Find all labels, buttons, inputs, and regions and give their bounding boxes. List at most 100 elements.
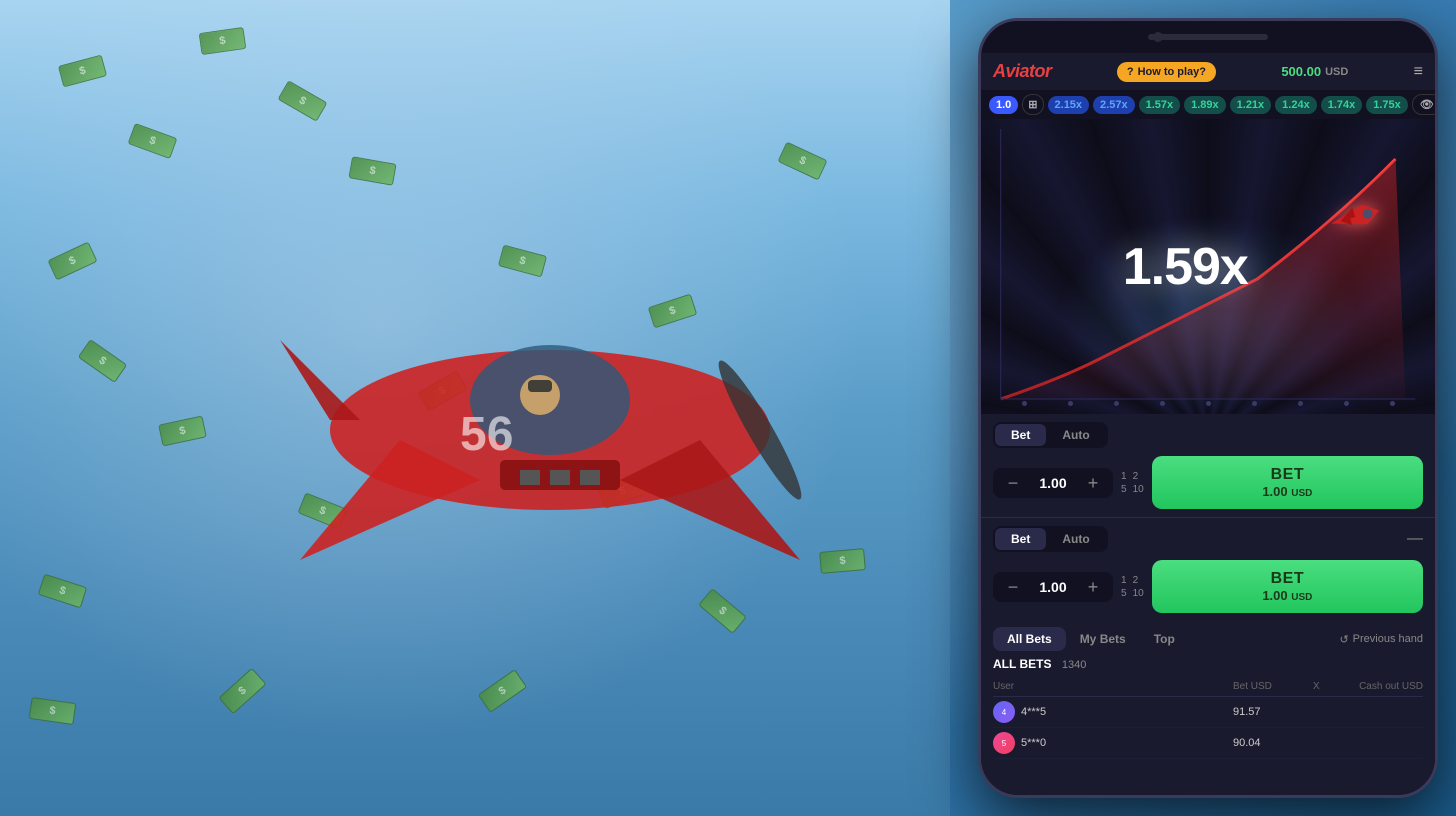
phone-frame: Aviator ? How to play? 500.00 USD ≡ 1.0 … bbox=[978, 18, 1438, 798]
previous-hand-button[interactable]: ↺ Previous hand bbox=[1339, 633, 1423, 646]
bet-amount-2: 1.00 USD bbox=[1262, 588, 1312, 603]
my-bets-tab[interactable]: My Bets bbox=[1066, 627, 1140, 651]
close-panel-2-button[interactable]: — bbox=[1407, 530, 1423, 548]
bet-panel-2: Bet Auto — − 1.00 + 1 2 5 bbox=[981, 517, 1435, 621]
expand-history-button[interactable]: ⊞ bbox=[1022, 94, 1043, 115]
bet-tab-1[interactable]: Bet bbox=[995, 424, 1046, 446]
dot bbox=[1022, 401, 1027, 406]
quick-bet-7[interactable]: 5 bbox=[1121, 588, 1127, 599]
previous-hand-label: Previous hand bbox=[1353, 633, 1423, 645]
multiplier-badge-7: 1.75x bbox=[1366, 96, 1408, 114]
multiplier-badge-5: 1.24x bbox=[1275, 96, 1317, 114]
all-bets-count: 1340 bbox=[1062, 659, 1086, 671]
bet-amount-row-0: 91.57 bbox=[1233, 706, 1313, 718]
username-0: 4***5 bbox=[1021, 706, 1233, 718]
table-row: 4 4***5 91.57 bbox=[993, 697, 1423, 728]
bet-row-2: − 1.00 + 1 2 5 10 BET bbox=[993, 560, 1423, 613]
eye-button[interactable]: 👁 bbox=[1412, 94, 1435, 115]
quick-bet-row-bottom-2: 5 10 bbox=[1121, 588, 1144, 599]
amount-value-1: 1.00 bbox=[1033, 475, 1073, 491]
money-bill bbox=[78, 339, 127, 383]
bottom-nav: All Bets My Bets Top ↺ Previous hand bbox=[981, 621, 1435, 651]
quick-bet-row-top-1: 1 2 bbox=[1121, 471, 1144, 482]
all-bets-tab[interactable]: All Bets bbox=[993, 627, 1066, 651]
dot bbox=[1252, 401, 1257, 406]
bet-amount-row-1: 90.04 bbox=[1233, 737, 1313, 749]
col-user-header: User bbox=[993, 681, 1233, 692]
auto-tab-2[interactable]: Auto bbox=[1046, 528, 1105, 550]
quick-bet-5[interactable]: 1 bbox=[1121, 575, 1127, 586]
username-1: 5***0 bbox=[1021, 737, 1233, 749]
amount-value-2: 1.00 bbox=[1033, 579, 1073, 595]
bet-tab-2[interactable]: Bet bbox=[995, 528, 1046, 550]
quick-bets-2: 1 2 5 10 bbox=[1121, 575, 1144, 599]
quick-bets-1: 1 2 5 10 bbox=[1121, 471, 1144, 495]
auto-tab-1[interactable]: Auto bbox=[1046, 424, 1105, 446]
refresh-icon: ↺ bbox=[1339, 633, 1348, 646]
money-bill bbox=[128, 123, 178, 159]
bet-label-1: BET bbox=[1271, 466, 1305, 484]
balance-currency: USD bbox=[1325, 66, 1348, 78]
decrease-amount-2[interactable]: − bbox=[1003, 578, 1023, 596]
bet-row-1: − 1.00 + 1 2 5 10 BET bbox=[993, 456, 1423, 509]
bet-tabs-1: Bet Auto bbox=[993, 422, 1108, 448]
col-cashout-header: Cash out USD bbox=[1343, 681, 1423, 692]
phone-camera bbox=[1153, 32, 1163, 42]
multiplier-badge-3: 1.89x bbox=[1184, 96, 1226, 114]
game-area: 1.59x bbox=[981, 119, 1435, 414]
bets-table: ALL BETS 1340 User Bet USD X Cash out US… bbox=[981, 651, 1435, 795]
quick-bet-8[interactable]: 10 bbox=[1133, 588, 1144, 599]
all-bets-title: ALL BETS bbox=[993, 657, 1051, 671]
multiplier-badge-active[interactable]: 1.0 bbox=[989, 96, 1018, 114]
bet-label-2: BET bbox=[1271, 570, 1305, 588]
aviator-logo: Aviator bbox=[993, 61, 1052, 82]
multiplier-badge-0: 2.15x bbox=[1048, 96, 1090, 114]
col-bet-header: Bet USD bbox=[1233, 681, 1313, 692]
bets-header: ALL BETS 1340 bbox=[993, 651, 1423, 677]
plane-background: 56 bbox=[0, 0, 950, 816]
money-bill bbox=[58, 55, 107, 88]
dot bbox=[1068, 401, 1073, 406]
increase-amount-1[interactable]: + bbox=[1083, 474, 1103, 492]
quick-bet-row-bottom-1: 5 10 bbox=[1121, 484, 1144, 495]
quick-bet-row-top-2: 1 2 bbox=[1121, 575, 1144, 586]
current-multiplier: 1.59x bbox=[1123, 237, 1248, 297]
bets-columns: User Bet USD X Cash out USD bbox=[993, 677, 1423, 697]
how-to-play-label: How to play? bbox=[1138, 66, 1206, 78]
quick-bet-3[interactable]: 5 bbox=[1121, 484, 1127, 495]
app-header: Aviator ? How to play? 500.00 USD ≡ bbox=[981, 53, 1435, 90]
svg-text:56: 56 bbox=[460, 408, 513, 461]
table-row: 5 5***0 90.04 bbox=[993, 728, 1423, 759]
balance-display: 500.00 USD bbox=[1281, 64, 1348, 79]
phone-notch-bar bbox=[1148, 34, 1268, 40]
quick-bet-6[interactable]: 2 bbox=[1133, 575, 1139, 586]
bet-tabs-2: Bet Auto bbox=[993, 526, 1108, 552]
menu-icon[interactable]: ≡ bbox=[1414, 63, 1423, 81]
top-tab[interactable]: Top bbox=[1140, 627, 1189, 651]
multiplier-badge-1: 2.57x bbox=[1093, 96, 1135, 114]
avatar: 4 bbox=[993, 701, 1015, 723]
dot bbox=[1114, 401, 1119, 406]
phone-notch bbox=[981, 21, 1435, 53]
multiplier-badge-6: 1.74x bbox=[1321, 96, 1363, 114]
decrease-amount-1[interactable]: − bbox=[1003, 474, 1023, 492]
money-bill bbox=[38, 574, 88, 609]
dot bbox=[1298, 401, 1303, 406]
dot bbox=[1344, 401, 1349, 406]
increase-amount-2[interactable]: + bbox=[1083, 578, 1103, 596]
quick-bet-4[interactable]: 10 bbox=[1133, 484, 1144, 495]
avatar: 5 bbox=[993, 732, 1015, 754]
quick-bet-1[interactable]: 1 bbox=[1121, 471, 1127, 482]
amount-control-1: − 1.00 + bbox=[993, 468, 1113, 498]
money-bill bbox=[29, 697, 77, 725]
dot bbox=[1390, 401, 1395, 406]
bet-button-1[interactable]: BET 1.00 USD bbox=[1152, 456, 1423, 509]
quick-bet-2[interactable]: 2 bbox=[1133, 471, 1139, 482]
how-to-play-button[interactable]: ? How to play? bbox=[1117, 62, 1216, 82]
bet-button-2[interactable]: BET 1.00 USD bbox=[1152, 560, 1423, 613]
app-content: Aviator ? How to play? 500.00 USD ≡ 1.0 … bbox=[981, 53, 1435, 795]
game-dots bbox=[981, 401, 1435, 406]
dot bbox=[1160, 401, 1165, 406]
bet-amount-1: 1.00 USD bbox=[1262, 484, 1312, 499]
money-bill bbox=[278, 80, 328, 122]
